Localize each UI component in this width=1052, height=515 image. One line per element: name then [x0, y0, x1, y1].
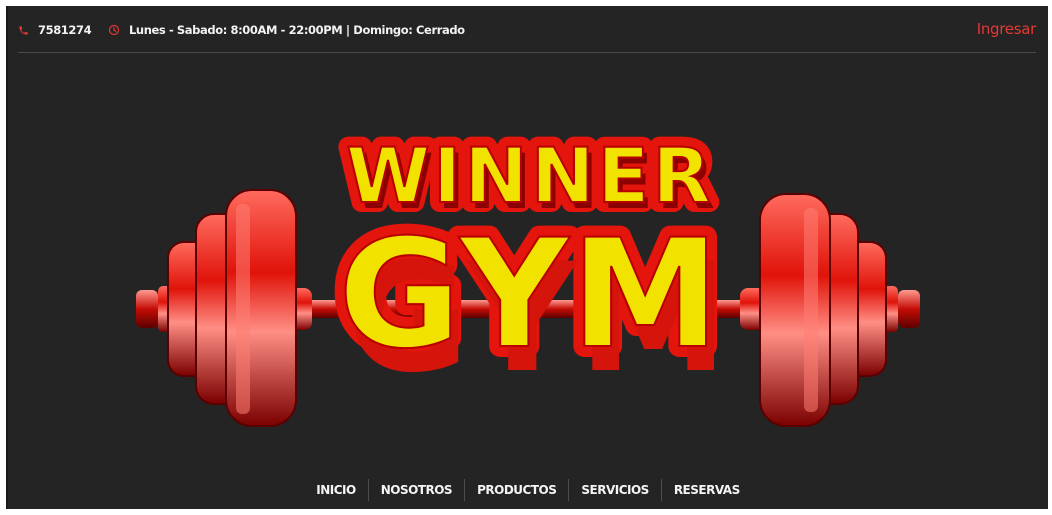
login-link[interactable]: Ingresar	[977, 20, 1037, 38]
left-weight-plates	[167, 189, 297, 427]
nav-item-servicios[interactable]: SERVICIOS	[569, 478, 660, 502]
gym-logo: WINNER WINNER WINNER GYM GYM GYM	[136, 121, 920, 427]
page-frame: 7581274 Lunes - Sabado: 8:00AM - 22:00PM…	[6, 6, 1048, 509]
phone-info: 7581274	[18, 23, 92, 37]
right-weight-plates	[759, 193, 887, 427]
nav-item-nosotros[interactable]: NOSOTROS	[369, 478, 464, 502]
top-bar: 7581274 Lunes - Sabado: 8:00AM - 22:00PM…	[8, 6, 1048, 53]
opening-hours: Lunes - Sabado: 8:00AM - 22:00PM | Domin…	[129, 23, 465, 37]
nav-item-productos[interactable]: PRODUCTOS	[465, 478, 568, 502]
topbar-divider	[18, 52, 1036, 53]
svg-text:GYM: GYM	[338, 208, 722, 382]
svg-text:WINNER: WINNER	[346, 131, 714, 220]
phone-icon	[19, 25, 28, 35]
logo-gym-text: GYM GYM GYM	[327, 197, 731, 406]
main-nav: INICIO NOSOTROS PRODUCTOS SERVICIOS RESE…	[8, 478, 1048, 502]
phone-number: 7581274	[38, 23, 92, 37]
nav-item-reservas[interactable]: RESERVAS	[662, 478, 752, 502]
nav-item-inicio[interactable]: INICIO	[304, 478, 367, 502]
clock-icon	[108, 24, 120, 36]
hours-info: Lunes - Sabado: 8:00AM - 22:00PM | Domin…	[108, 23, 465, 37]
